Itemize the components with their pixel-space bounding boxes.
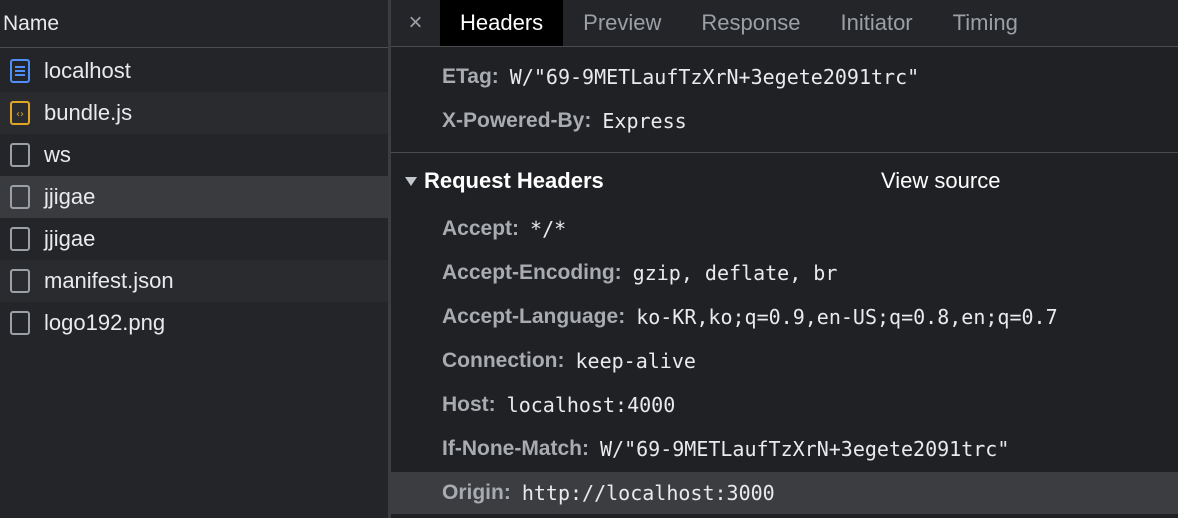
header-value: */*: [530, 217, 567, 241]
header-key: Origin:: [442, 481, 511, 504]
request-name: logo192.png: [44, 310, 166, 335]
header-key: If-None-Match:: [442, 437, 589, 460]
header-value: W/"69-9METLaufTzXrN+3egete2091trc": [509, 65, 920, 89]
name-column-header[interactable]: Name: [0, 0, 388, 48]
blank-file-icon: [10, 143, 30, 167]
request-header-row: Host: localhost:4000: [442, 383, 675, 427]
request-row[interactable]: ws: [0, 134, 388, 176]
request-header-row: If-None-Match: W/"69-9METLaufTzXrN+3eget…: [442, 427, 1009, 471]
request-headers-section-header[interactable]: Request Headers View source: [391, 160, 1178, 202]
request-name: manifest.json: [44, 268, 174, 293]
request-row[interactable]: logo192.png: [0, 302, 388, 344]
header-value: http://localhost:3000: [521, 481, 775, 505]
section-title: Request Headers: [424, 168, 604, 193]
triangle-down-icon[interactable]: [405, 176, 417, 186]
request-header-row: Origin: http://localhost:3000: [442, 471, 775, 515]
request-row[interactable]: jjigae: [0, 218, 388, 260]
request-row[interactable]: localhost: [0, 50, 388, 92]
name-column-label: Name: [3, 11, 60, 35]
close-icon[interactable]: ×: [391, 0, 440, 46]
request-detail-pane: × Headers Preview Response Initiator Tim…: [391, 0, 1178, 518]
tab-response[interactable]: Response: [681, 0, 820, 46]
close-glyph: ×: [408, 9, 423, 36]
request-row-selected[interactable]: jjigae: [0, 176, 388, 218]
tab-initiator[interactable]: Initiator: [820, 0, 932, 46]
svg-text:‹›: ‹›: [16, 109, 24, 120]
header-value: keep-alive: [575, 349, 696, 373]
tab-label: Timing: [952, 10, 1018, 35]
header-key: Accept:: [442, 217, 520, 240]
request-list: Name localhost ‹› bundle.js ws jjigae jj…: [0, 0, 388, 518]
response-header-row: X-Powered-By: Express: [442, 99, 687, 143]
tab-timing[interactable]: Timing: [933, 0, 1038, 46]
tab-label: Headers: [460, 10, 544, 35]
request-name: bundle.js: [44, 100, 133, 125]
tab-label: Preview: [583, 10, 662, 35]
header-value: gzip, deflate, br: [632, 261, 838, 285]
request-header-row: Accept-Language: ko-KR,ko;q=0.9,en-US;q=…: [442, 295, 1058, 339]
request-header-row: Connection: keep-alive: [442, 339, 696, 383]
header-key: X-Powered-By:: [442, 109, 592, 132]
view-source-link[interactable]: View source: [881, 168, 1000, 194]
header-value: W/"69-9METLaufTzXrN+3egete2091trc": [599, 437, 1010, 461]
tab-label: Initiator: [840, 10, 913, 35]
header-value: Express: [602, 109, 687, 133]
header-key: Host:: [442, 393, 496, 416]
header-value: ko-KR,ko;q=0.9,en-US;q=0.8,en;q=0.7: [636, 305, 1058, 329]
detail-tabbar: × Headers Preview Response Initiator Tim…: [391, 0, 1178, 47]
devtools-network-panel: Name localhost ‹› bundle.js ws jjigae jj…: [0, 0, 1178, 518]
header-key: Connection:: [442, 349, 565, 372]
request-row[interactable]: ‹› bundle.js: [0, 92, 388, 134]
request-row[interactable]: manifest.json: [0, 260, 388, 302]
request-header-row: Accept: */*: [442, 207, 566, 251]
header-key: Accept-Encoding:: [442, 261, 622, 284]
tab-headers[interactable]: Headers: [440, 0, 564, 46]
header-value: localhost:4000: [506, 393, 676, 417]
blank-file-icon: [10, 227, 30, 251]
request-name: localhost: [44, 58, 131, 83]
request-rows: localhost ‹› bundle.js ws jjigae jjigae …: [0, 50, 388, 344]
section-divider: [391, 152, 1178, 153]
blank-file-icon: [10, 269, 30, 293]
request-name: jjigae: [44, 184, 96, 209]
header-key: Accept-Language:: [442, 305, 626, 328]
request-name: jjigae: [44, 226, 96, 251]
blank-file-icon: [10, 185, 30, 209]
blank-file-icon: [10, 311, 30, 335]
header-key: ETag:: [442, 65, 499, 88]
request-name: ws: [44, 142, 71, 167]
tab-preview[interactable]: Preview: [563, 0, 681, 46]
response-header-row: ETag: W/"69-9METLaufTzXrN+3egete2091trc": [442, 55, 919, 99]
request-header-row: Accept-Encoding: gzip, deflate, br: [442, 251, 837, 295]
script-file-icon: ‹›: [10, 101, 30, 125]
document-icon: [10, 59, 30, 83]
tab-label: Response: [701, 10, 801, 35]
